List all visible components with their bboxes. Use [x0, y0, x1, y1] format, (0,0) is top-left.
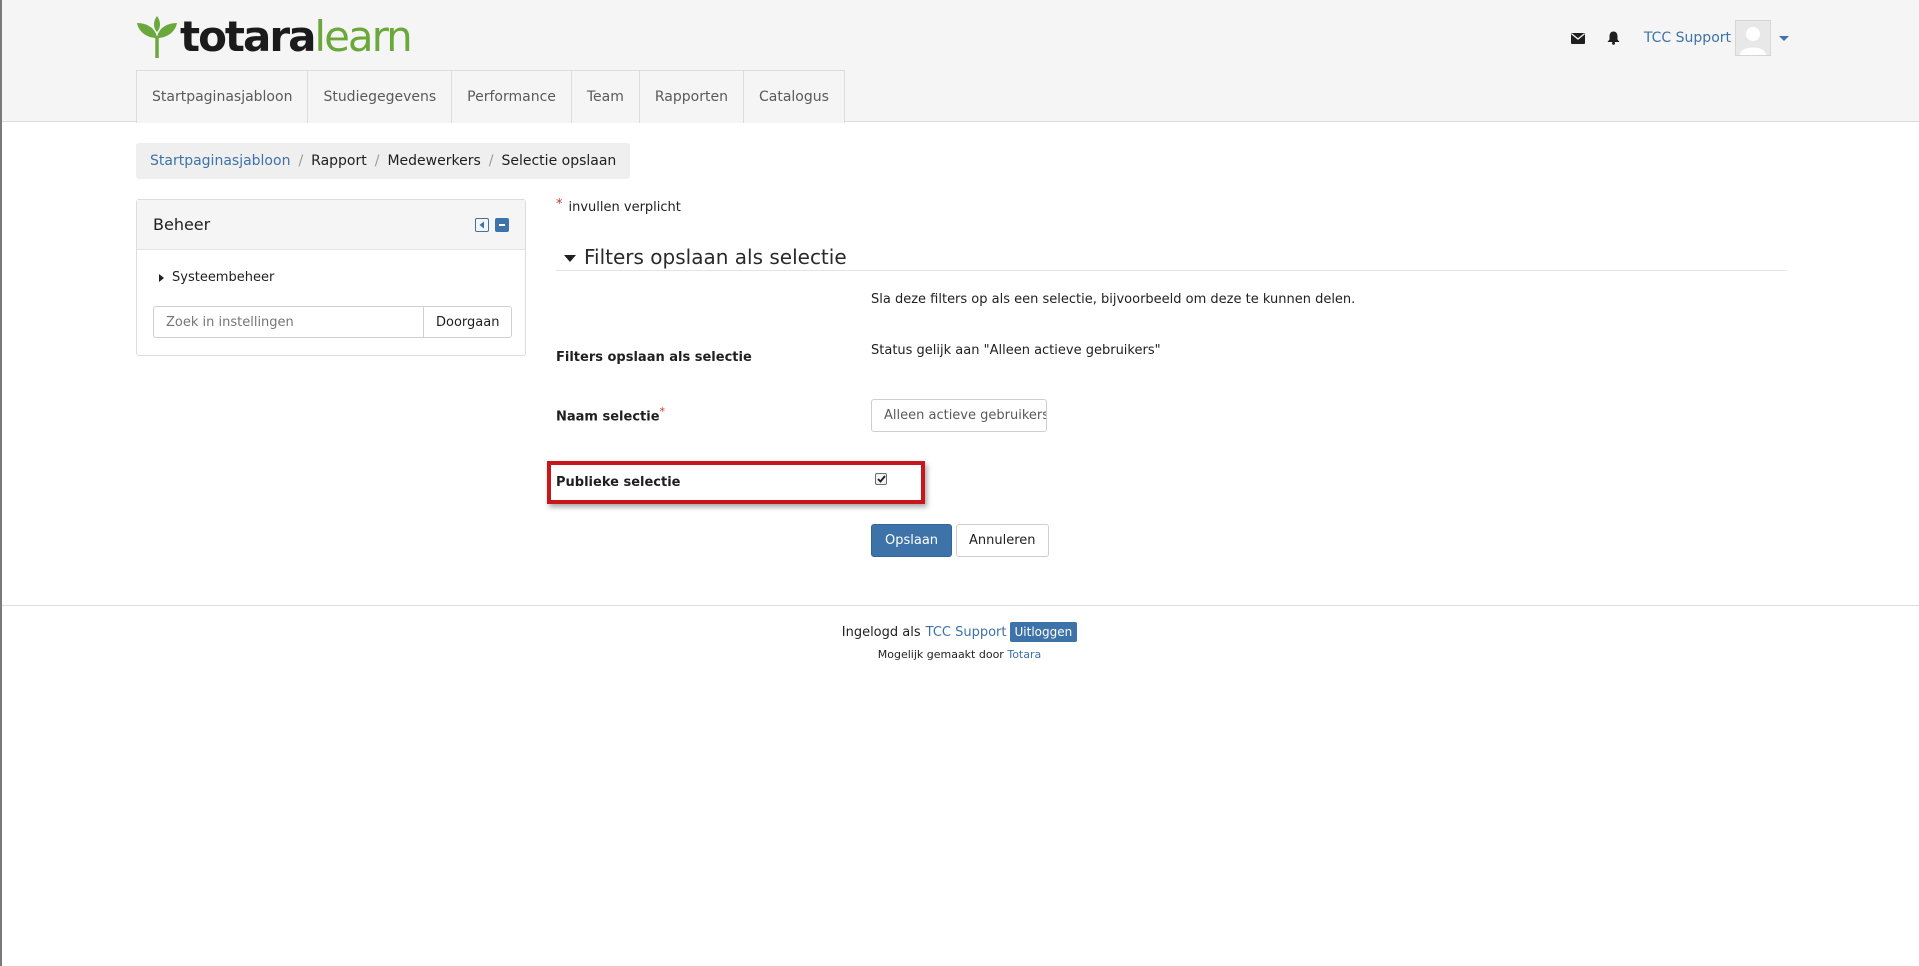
public-checkbox[interactable] — [875, 473, 887, 485]
breadcrumb-separator: / — [374, 153, 380, 169]
nav-tab-performance[interactable]: Performance — [452, 71, 572, 123]
admin-block-header: Beheer — [137, 200, 525, 250]
block-controls — [475, 217, 509, 232]
footer-login-info: Ingelogd als TCC Support Uitloggen — [0, 622, 1919, 642]
settings-search: Doorgaan — [153, 306, 513, 338]
nav-tab-catalogus[interactable]: Catalogus — [743, 71, 844, 123]
name-input-value: Alleen actieve gebruikers — [884, 408, 1047, 423]
user-menu-name[interactable]: TCC Support — [1644, 30, 1731, 46]
breadcrumb-item-selectie-opslaan: Selectie opslaan — [501, 153, 617, 169]
fieldset-legend-text: Filters opslaan als selectie — [584, 245, 847, 269]
cancel-button[interactable]: Annuleren — [956, 524, 1049, 557]
avatar[interactable] — [1735, 20, 1771, 56]
logged-in-text: Ingelogd als — [841, 624, 921, 640]
leaf-logo-icon — [137, 16, 177, 58]
footer-powered-by: Mogelijk gemaakt door Totara — [0, 648, 1919, 661]
tree-item-label: Systeembeheer — [172, 270, 275, 285]
required-note-text: invullen verplicht — [568, 200, 681, 215]
breadcrumb-separator: / — [488, 153, 494, 169]
name-label-wrapper: Naam selectie* — [556, 405, 665, 424]
admin-block-title: Beheer — [153, 215, 211, 234]
tree-item-systeembeheer[interactable]: Systeembeheer — [159, 270, 274, 285]
caret-right-icon — [159, 273, 164, 282]
filters-value: Status gelijk aan "Alleen actieve gebrui… — [871, 343, 1161, 358]
envelope-icon[interactable] — [1568, 28, 1588, 48]
name-input[interactable]: Alleen actieve gebruikers — [871, 399, 1047, 432]
logo-text-learn: learn — [314, 12, 412, 61]
page-header: totara learn TCC Support Startpaginasjabl… — [2, 0, 1919, 123]
breadcrumb-item-startpaginasjabloon[interactable]: Startpaginasjabloon — [150, 153, 290, 169]
breadcrumb-separator: / — [298, 153, 304, 169]
main-navigation: Startpaginasjabloon Studiegegevens Perfo… — [136, 70, 845, 123]
name-label: Naam selectie — [556, 409, 660, 425]
dock-block-icon[interactable] — [475, 217, 489, 232]
settings-search-input[interactable] — [153, 306, 423, 338]
fieldset-legend[interactable]: Filters opslaan als selectie — [556, 244, 1787, 271]
filters-label: Filters opslaan als selectie — [556, 350, 752, 365]
save-button[interactable]: Opslaan — [871, 524, 953, 557]
caret-down-icon — [564, 254, 576, 262]
admin-block: Beheer Systeembeheer Doorgaan — [136, 199, 526, 356]
nav-tab-rapporten[interactable]: Rapporten — [639, 71, 744, 123]
settings-search-button[interactable]: Doorgaan — [423, 306, 513, 338]
logout-button[interactable]: Uitloggen — [1009, 622, 1078, 642]
nav-tab-studiegegevens[interactable]: Studiegegevens — [308, 71, 453, 123]
required-note: * invullen verplicht — [556, 197, 681, 215]
totara-learn-logo[interactable]: totara learn — [136, 12, 413, 61]
nav-tab-startpaginasjabloon[interactable]: Startpaginasjabloon — [137, 71, 309, 123]
required-star: * — [659, 405, 666, 418]
footer-divider — [2, 605, 1919, 606]
powered-by-text: Mogelijk gemaakt door — [877, 648, 1004, 661]
bell-icon[interactable] — [1604, 28, 1624, 48]
public-label: Publieke selectie — [556, 475, 681, 490]
collapse-block-icon[interactable] — [495, 217, 509, 232]
nav-tab-team[interactable]: Team — [571, 71, 640, 123]
breadcrumb: Startpaginasjabloon / Rapport / Medewerk… — [136, 143, 631, 179]
breadcrumb-item-rapport[interactable]: Rapport — [311, 153, 367, 169]
totara-link[interactable]: Totara — [1007, 648, 1041, 661]
breadcrumb-item-medewerkers[interactable]: Medewerkers — [387, 153, 480, 169]
logo-text-totara: totara — [180, 12, 316, 61]
required-star: * — [556, 197, 563, 212]
footer-user-link[interactable]: TCC Support — [926, 625, 1007, 640]
chevron-down-icon[interactable] — [1779, 35, 1789, 41]
form-description: Sla deze filters op als een selectie, bi… — [871, 292, 1356, 307]
user-navigation: TCC Support — [1568, 20, 1789, 56]
